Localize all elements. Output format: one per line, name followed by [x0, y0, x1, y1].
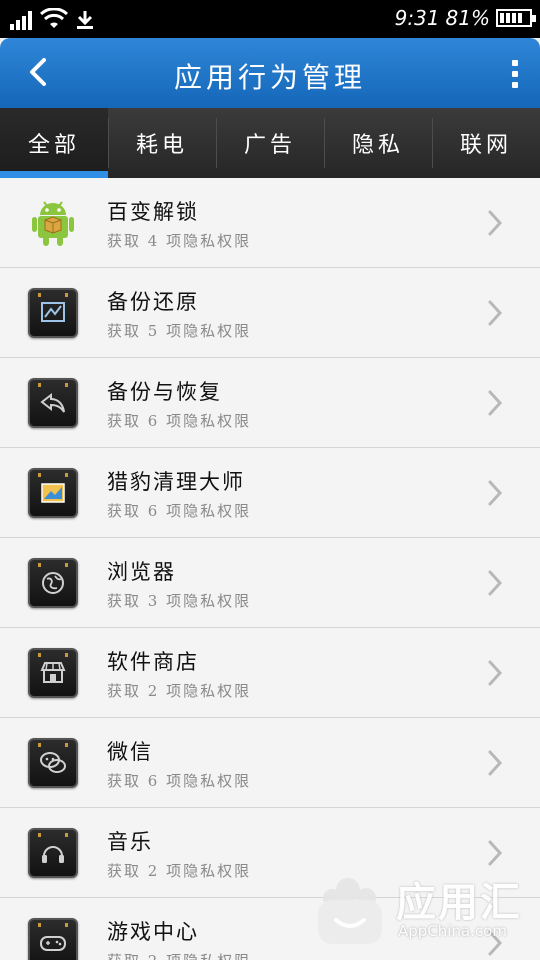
chevron-right-icon [488, 840, 503, 866]
music-icon [28, 828, 78, 878]
status-right: 9:31 81% [394, 6, 536, 30]
more-vert-icon[interactable] [512, 60, 518, 88]
signal-icon [10, 10, 32, 30]
tab-power[interactable]: 耗电 [108, 108, 216, 178]
chevron-right-icon [488, 660, 503, 686]
app-permissions: 获取 4 项隐私权限 [107, 232, 252, 250]
status-bar: 9:31 81% [0, 0, 540, 38]
app-name: 软件商店 [107, 650, 199, 674]
tab-ads[interactable]: 广告 [216, 108, 324, 178]
chevron-right-icon [488, 480, 503, 506]
list-item[interactable]: 百变解锁 获取 4 项隐私权限 [0, 178, 540, 268]
app-name: 备份还原 [107, 290, 199, 314]
tab-privacy[interactable]: 隐私 [324, 108, 432, 178]
list-item[interactable]: 备份与恢复 获取 6 项隐私权限 [0, 358, 540, 448]
app-permissions: 获取 2 项隐私权限 [107, 950, 251, 960]
app-list: 百变解锁 获取 4 项隐私权限 备份还原 获取 5 项隐私权限 备份与恢复 获取… [0, 178, 540, 960]
app-permissions: 获取 6 项隐私权限 [107, 772, 252, 790]
app-permissions: 获取 5 项隐私权限 [107, 322, 252, 340]
app-permissions: 获取 6 项隐私权限 [107, 412, 252, 430]
wechat-icon [28, 738, 78, 788]
status-left [10, 8, 94, 30]
tab-network[interactable]: 联网 [432, 108, 540, 178]
battery-icon [496, 9, 536, 27]
chevron-right-icon [488, 570, 503, 596]
list-item[interactable]: 备份还原 获取 5 项隐私权限 [0, 268, 540, 358]
list-item[interactable]: 浏览器 获取 3 项隐私权限 [0, 538, 540, 628]
appchina-logo-icon [318, 878, 382, 944]
page-title: 应用行为管理 [173, 61, 366, 94]
app-permissions: 获取 2 项隐私权限 [107, 862, 252, 880]
tab-bar: 全部 耗电 广告 隐私 联网 [0, 108, 540, 178]
app-permissions: 获取 3 项隐私权限 [107, 592, 252, 610]
app-name: 游戏中心 [107, 920, 199, 944]
browser-icon [28, 558, 78, 608]
battery-fill [500, 13, 523, 23]
clock: 9:31 [394, 6, 440, 30]
list-item[interactable]: 微信 获取 6 项隐私权限 [0, 718, 540, 808]
backup-recovery-icon [28, 378, 78, 428]
tab-all[interactable]: 全部 [0, 108, 108, 178]
chevron-right-icon [488, 390, 503, 416]
backup-restore-icon [28, 288, 78, 338]
app-name: 备份与恢复 [107, 380, 222, 404]
app-name: 浏览器 [107, 560, 176, 584]
app-permissions: 获取 6 项隐私权限 [107, 502, 252, 520]
game-center-icon [28, 918, 78, 960]
app-name: 百变解锁 [107, 200, 199, 224]
battery-percent: 81% [445, 6, 490, 30]
app-permissions: 获取 2 项隐私权限 [107, 682, 252, 700]
app-bar: 应用行为管理 [0, 38, 540, 108]
chevron-right-icon [488, 210, 503, 236]
list-item[interactable]: 软件商店 获取 2 项隐私权限 [0, 628, 540, 718]
app-name: 音乐 [107, 830, 153, 854]
wifi-icon [40, 8, 68, 28]
list-item[interactable]: 猎豹清理大师 获取 6 项隐私权限 [0, 448, 540, 538]
watermark: 应用汇 AppChina.com [310, 868, 532, 948]
chevron-right-icon [488, 300, 503, 326]
chevron-right-icon [488, 750, 503, 776]
android-icon [28, 198, 78, 248]
watermark-sub: AppChina.com [398, 922, 507, 940]
cleaner-icon [28, 468, 78, 518]
app-name: 猎豹清理大师 [107, 470, 245, 494]
app-name: 微信 [107, 740, 153, 764]
download-icon [77, 11, 93, 29]
app-store-icon [28, 648, 78, 698]
watermark-text: 应用汇 [396, 880, 522, 926]
